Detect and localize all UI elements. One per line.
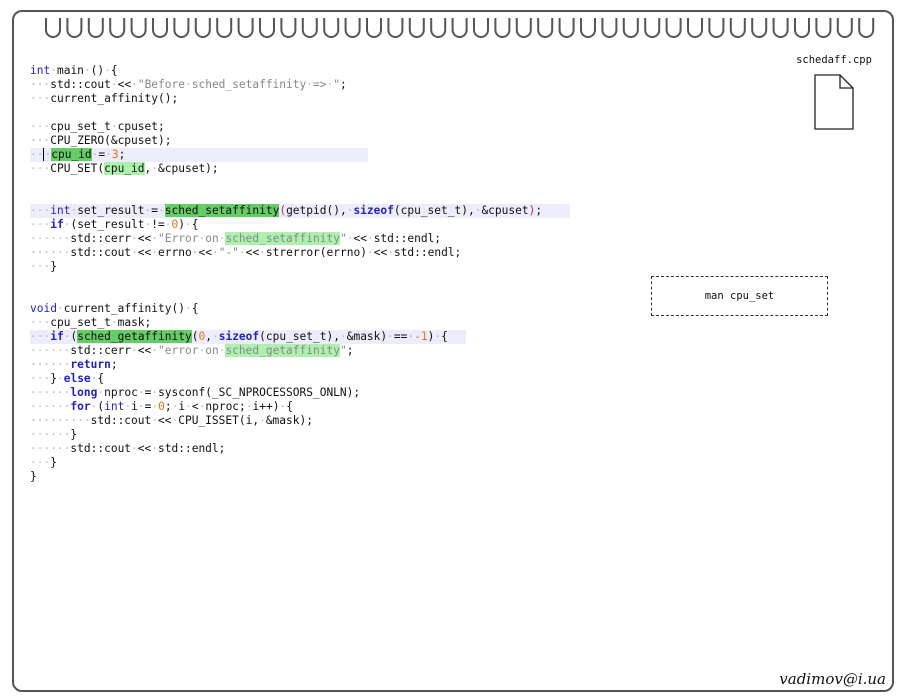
man-cpu-set-box[interactable]: man cpu_set [651,276,828,316]
code-line: void·current_affinity()·{ [30,302,199,315]
code-line-current[interactable]: ···cpu_id·=·3; [30,148,368,162]
man-box-label: man cpu_set [704,290,775,302]
code-line: ···current_affinity(); [30,92,179,105]
author-signature: vadimov@i.ua [779,670,886,688]
code-line: ······std::cout·<<·std::endl; [30,442,226,455]
code-line: ···cpu_set_t·mask; [30,316,152,329]
document-icon [814,74,854,130]
code-line: ···CPU_SET(cpu_id,·&cpuset); [30,162,219,175]
code-line: ······for·(int·i·=·0;·i·<·nproc;·i++)·{ [30,400,293,413]
code-line: ···} [30,456,57,469]
code-line: ······std::cerr·<<·"Error·on·sched_setaf… [30,232,442,245]
file-item[interactable]: schedaff.cpp [786,54,882,134]
code-line: int·main·()·{ [30,64,118,77]
code-line: ···} [30,260,57,273]
code-line: ······std::cout·<<·errno·<<·"-"·<<·strer… [30,246,462,259]
code-line: ·········std::cout·<<·CPU_ISSET(i,·&mask… [30,414,313,427]
code-line: ···if·(set_result·!=·0)·{ [30,218,199,231]
code-line: ······} [30,428,78,441]
code-line: ···if·(sched_getaffinity(0,·sizeof(cpu_s… [30,330,466,344]
code-line: ···int·set_result·=·sched_setaffinity(ge… [30,204,570,218]
code-line: ···}·else·{ [30,372,105,385]
code-line: ···std::cout·<<·"Before·sched_setaffinit… [30,78,347,91]
code-line: ···CPU_ZERO(&cpuset); [30,134,172,147]
code-line: ···cpu_set_t·cpuset; [30,120,165,133]
spiral-binding [45,18,875,38]
code-line: } [30,470,37,483]
code-line: ······long·nproc·=·sysconf(_SC_NPROCESSO… [30,386,361,399]
code-listing: int·main·()·{ ···std::cout·<<·"Before·sc… [30,64,590,484]
file-name: schedaff.cpp [796,54,872,66]
code-line: ······std::cerr·<<·"error·on·sched_getaf… [30,344,354,357]
code-line: ······return; [30,358,118,371]
